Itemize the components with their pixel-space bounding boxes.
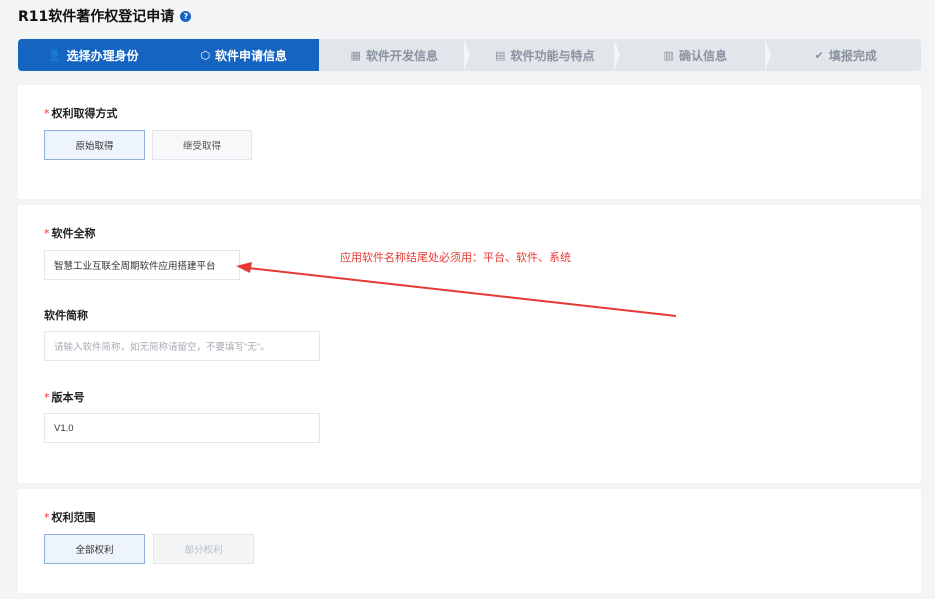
annotation-arrow — [236, 262, 677, 317]
arrow-head — [236, 262, 252, 273]
arrow-shaft — [247, 267, 677, 317]
